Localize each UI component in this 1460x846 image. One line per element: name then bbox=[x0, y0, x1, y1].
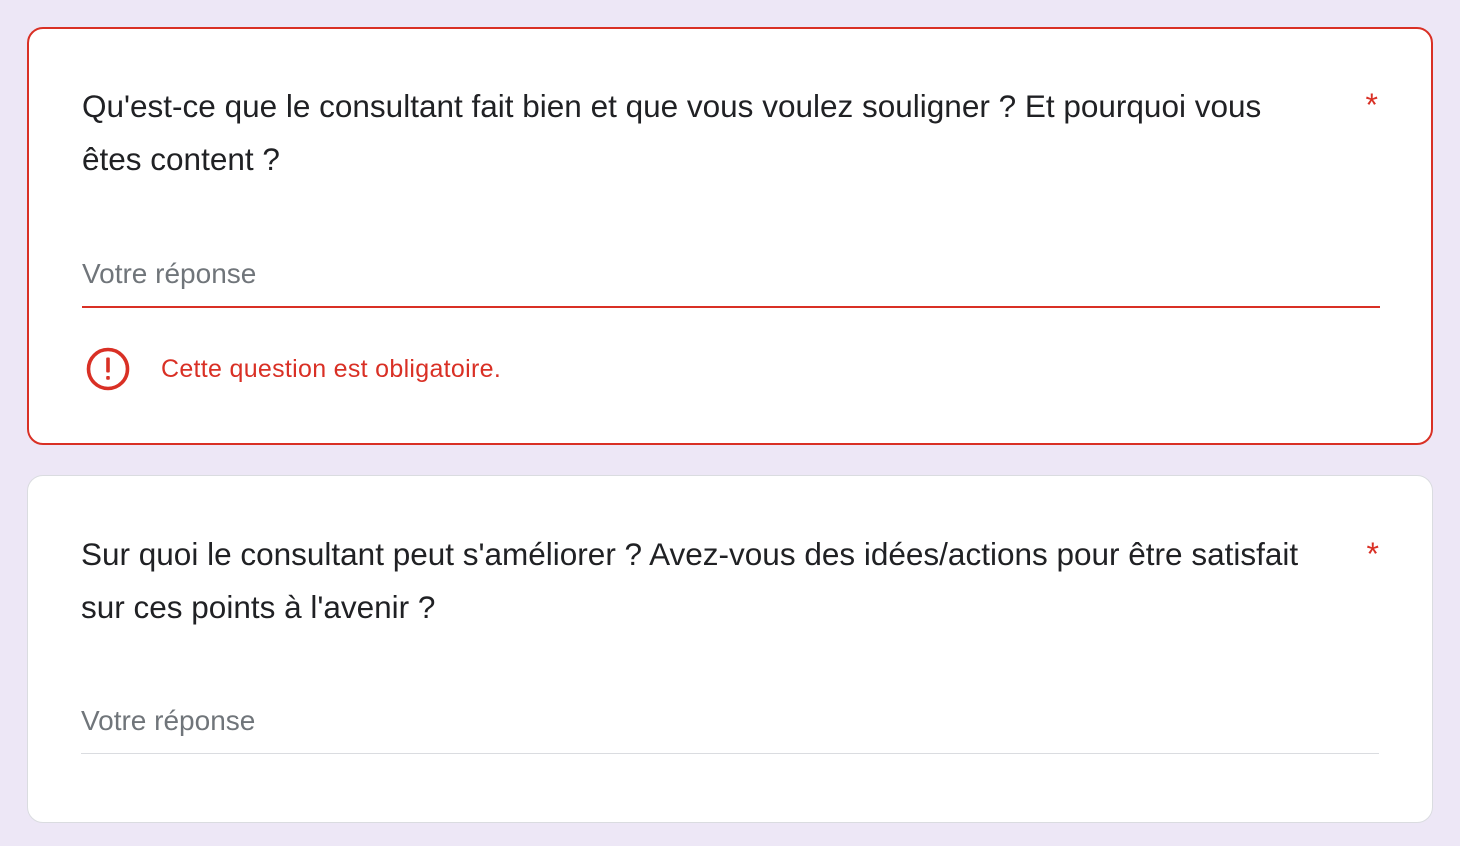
question-card-2: Sur quoi le consultant peut s'améliorer … bbox=[27, 475, 1433, 823]
validation-error: Cette question est obligatoire. bbox=[84, 345, 501, 393]
error-message: Cette question est obligatoire. bbox=[161, 354, 502, 383]
answer-field-wrapper bbox=[81, 700, 1379, 754]
required-asterisk: * bbox=[1366, 536, 1379, 572]
answer-field-wrapper bbox=[82, 254, 1380, 308]
question-title: Sur quoi le consultant peut s'améliorer … bbox=[81, 536, 1299, 625]
question-card-1: Qu'est-ce que le consultant fait bien et… bbox=[27, 27, 1433, 445]
required-asterisk: * bbox=[1365, 87, 1378, 123]
error-circle-icon bbox=[86, 347, 130, 391]
answer-input[interactable] bbox=[81, 700, 1379, 754]
answer-input[interactable] bbox=[82, 254, 1380, 308]
question-title: Qu'est-ce que le consultant fait bien et… bbox=[82, 88, 1262, 177]
